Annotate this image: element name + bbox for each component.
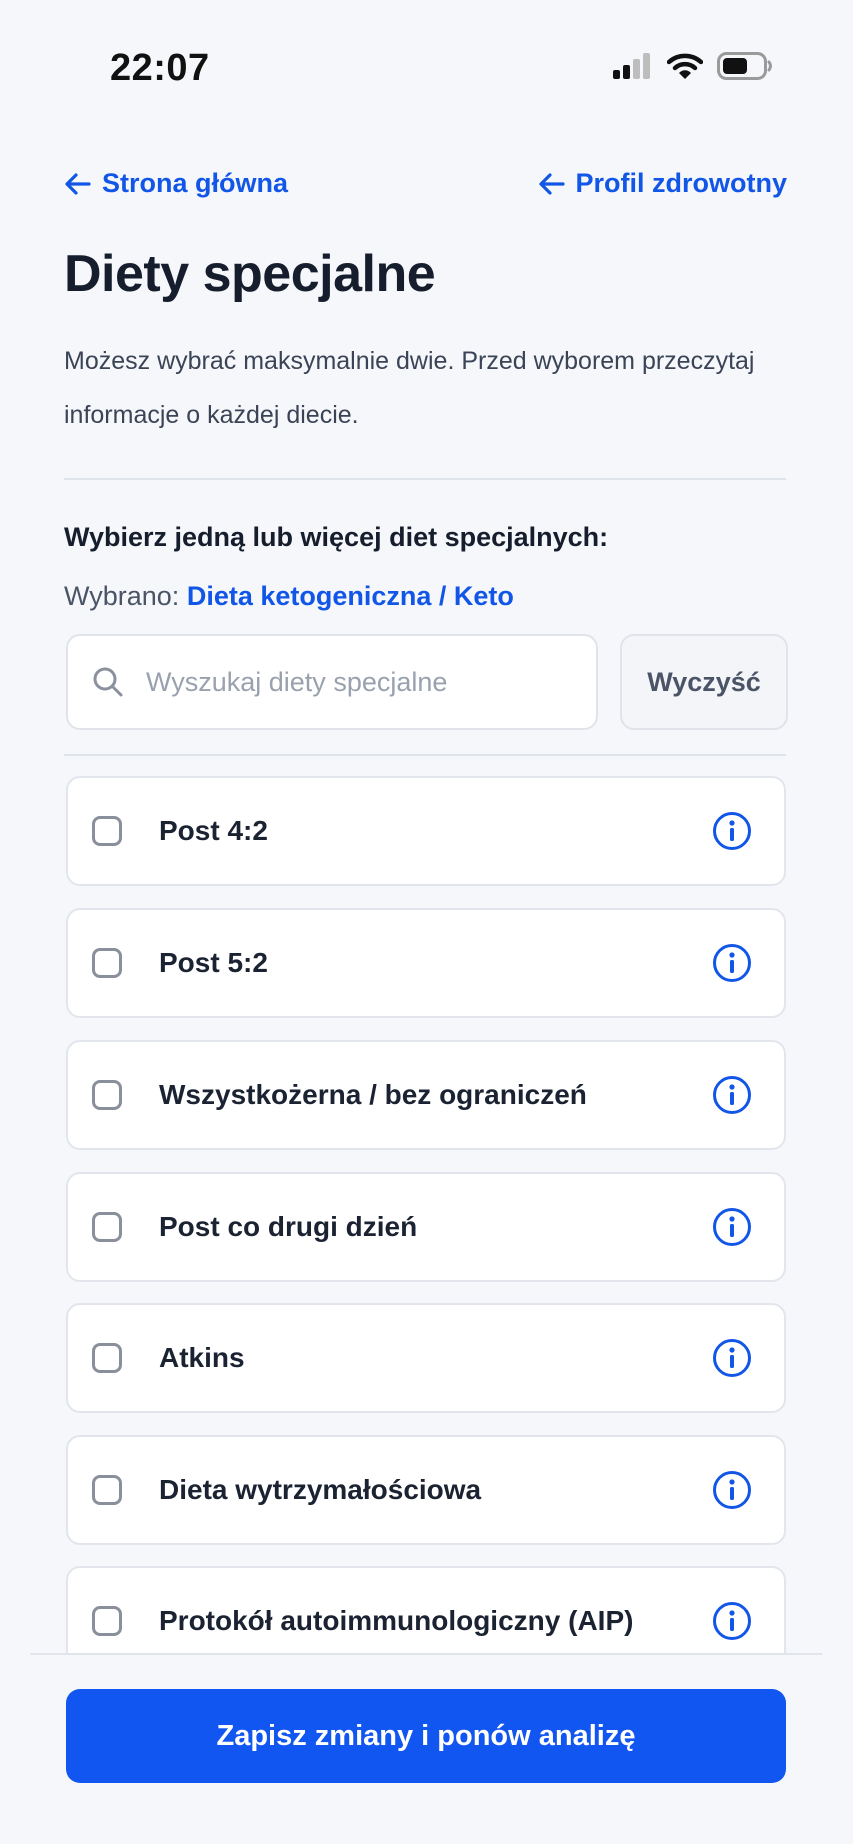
back-profile-link[interactable]: Profil zdrowotny <box>538 168 788 199</box>
status-bar: 22:07 <box>0 0 853 140</box>
status-time: 22:07 <box>110 47 210 89</box>
info-icon[interactable] <box>712 943 752 983</box>
selection-heading: Wybierz jedną lub więcej diet specjalnyc… <box>64 522 609 552</box>
diet-label: Atkins <box>159 1342 245 1373</box>
status-icons <box>613 52 773 85</box>
search-icon <box>92 666 124 698</box>
battery-icon <box>717 52 773 85</box>
divider <box>64 754 786 756</box>
checkbox[interactable] <box>92 1343 122 1373</box>
info-icon[interactable] <box>712 1601 752 1641</box>
checkbox[interactable] <box>92 1080 122 1110</box>
diet-item[interactable]: Post co drugi dzień <box>66 1172 786 1282</box>
diet-item[interactable]: Post 5:2 <box>66 908 786 1018</box>
diet-list: Post 4:2 Post 5:2 Wszystkożerna / bez og… <box>66 776 786 1654</box>
info-icon[interactable] <box>712 1075 752 1115</box>
checkbox[interactable] <box>92 948 122 978</box>
checkbox[interactable] <box>92 1606 122 1636</box>
diet-item[interactable]: Post 4:2 <box>66 776 786 886</box>
checkbox[interactable] <box>92 816 122 846</box>
diet-label: Post co drugi dzień <box>159 1211 418 1242</box>
diet-label: Protokół autoimmunologiczny (AIP) <box>159 1605 634 1636</box>
diet-item[interactable]: Dieta wytrzymałościowa <box>66 1435 786 1545</box>
selected-summary: Wybrano: Dieta ketogeniczna / Keto <box>64 581 514 612</box>
back-home-link[interactable]: Strona główna <box>64 168 288 199</box>
clear-button[interactable]: Wyczyść <box>620 634 788 730</box>
diet-label: Wszystkożerna / bez ograniczeń <box>159 1079 587 1110</box>
diet-item[interactable]: Protokół autoimmunologiczny (AIP) <box>66 1566 786 1654</box>
diet-label: Dieta wytrzymałościowa <box>159 1474 482 1505</box>
back-home-label: Strona główna <box>102 168 289 198</box>
screen: 22:07 Strona główna Profil zdrowotny Die… <box>0 0 853 1844</box>
arrow-left-icon <box>538 170 566 198</box>
info-icon[interactable] <box>712 1470 752 1510</box>
back-profile-label: Profil zdrowotny <box>575 168 788 198</box>
footer-divider <box>30 1653 822 1655</box>
wifi-icon <box>666 52 704 85</box>
search-box[interactable] <box>66 634 598 730</box>
checkbox[interactable] <box>92 1475 122 1505</box>
divider <box>64 478 786 480</box>
diet-label: Post 4:2 <box>159 815 268 846</box>
arrow-left-icon <box>64 170 92 198</box>
info-icon[interactable] <box>712 1338 752 1378</box>
diet-item[interactable]: Wszystkożerna / bez ograniczeń <box>66 1040 786 1150</box>
search-input[interactable] <box>144 665 588 699</box>
info-icon[interactable] <box>712 811 752 851</box>
diet-label: Post 5:2 <box>159 947 268 978</box>
signal-icon <box>613 53 653 84</box>
save-button[interactable]: Zapisz zmiany i ponów analizę <box>66 1689 786 1783</box>
selected-prefix: Wybrano: <box>64 581 180 611</box>
page-description: Możesz wybrać maksymalnie dwie. Przed wy… <box>64 347 755 429</box>
diet-item[interactable]: Atkins <box>66 1303 786 1413</box>
info-icon[interactable] <box>712 1207 752 1247</box>
page-title: Diety specjalne <box>64 245 436 303</box>
checkbox[interactable] <box>92 1212 122 1242</box>
selected-value: Dieta ketogeniczna / Keto <box>186 581 514 611</box>
